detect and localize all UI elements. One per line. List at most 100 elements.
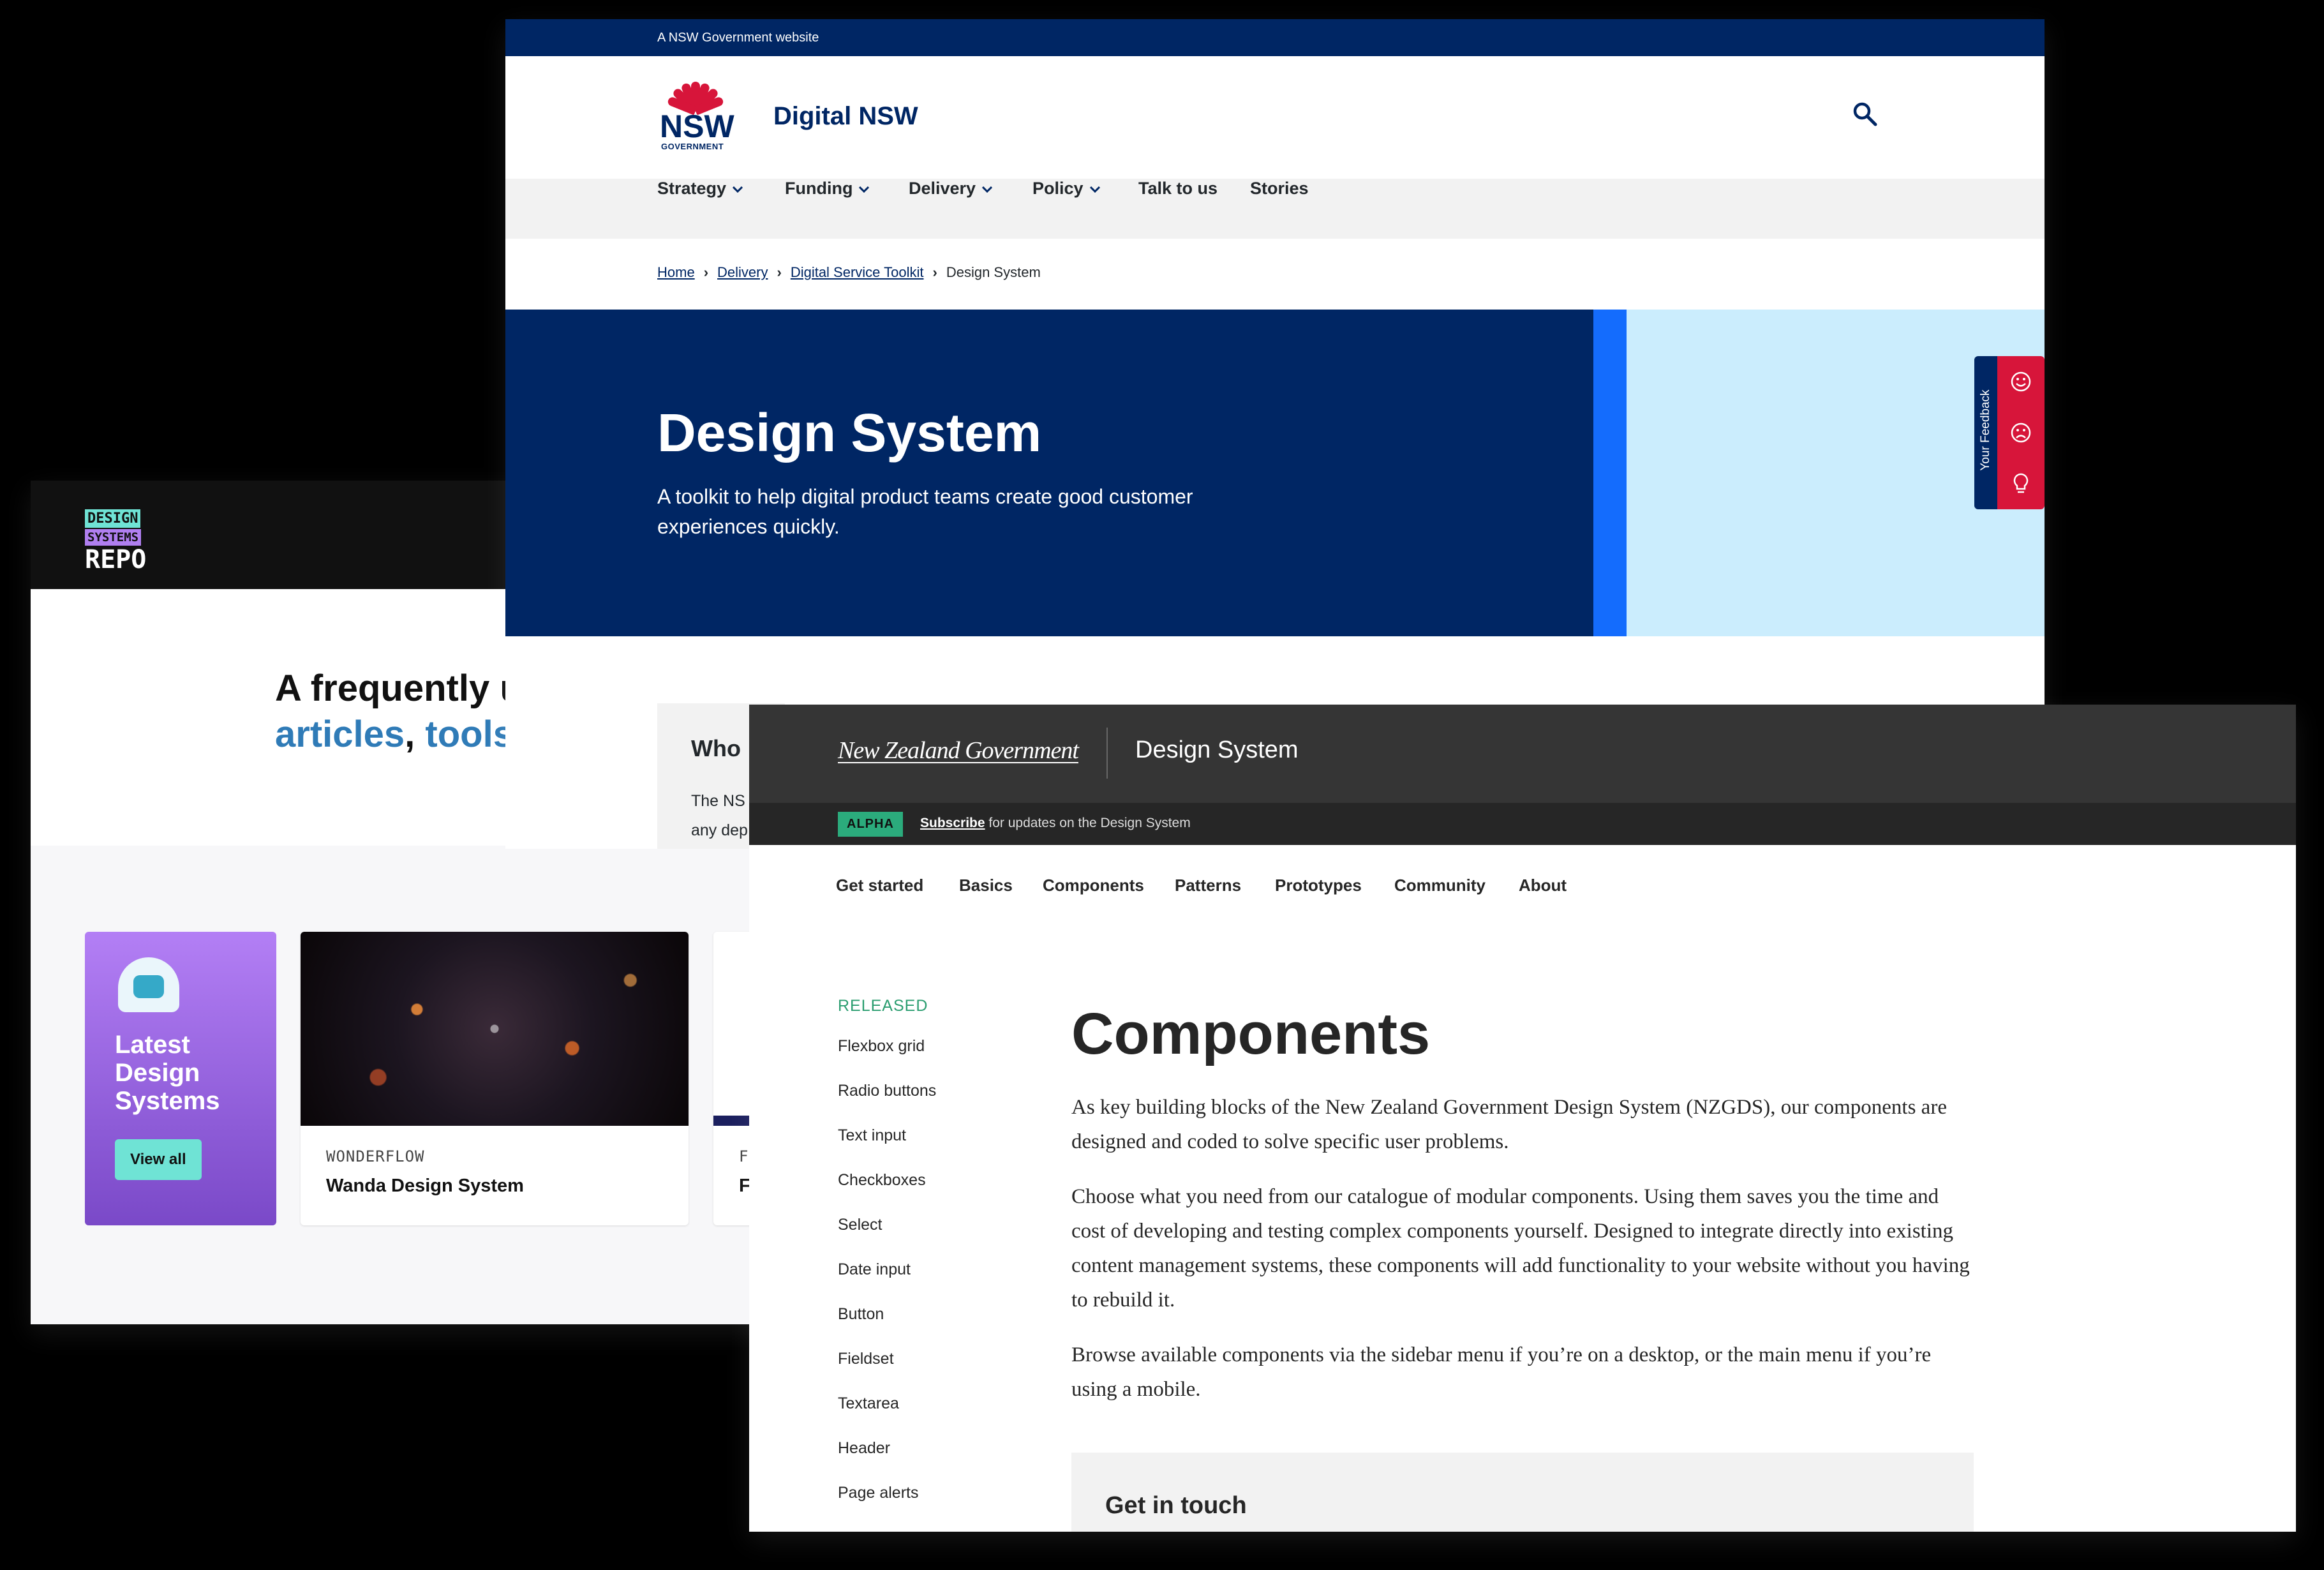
sidebar-item-textarea[interactable]: Textarea <box>838 1394 936 1439</box>
breadcrumb-home[interactable]: Home <box>657 264 695 280</box>
banner-message: for updates on the Design System <box>985 816 1191 830</box>
sidebar-item-date-input[interactable]: Date input <box>838 1260 936 1305</box>
breadcrumb-current: Design System <box>946 264 1041 280</box>
nsw-government-logo[interactable]: NSW GOVERNMENT <box>657 75 734 151</box>
tab-prototypes[interactable]: Prototypes <box>1275 876 1362 895</box>
site-name[interactable]: Digital NSW <box>773 102 918 131</box>
info-line: any dep <box>691 821 748 839</box>
design-system-card[interactable]: WONDERFLOW Wanda Design System <box>301 932 689 1225</box>
site-name[interactable]: Design System <box>1135 736 1299 764</box>
logo-line-systems: SYSTEMS <box>85 529 142 546</box>
chevron-right-icon: › <box>703 264 709 280</box>
breadcrumb-delivery[interactable]: Delivery <box>717 264 768 280</box>
card-image <box>301 932 689 1126</box>
get-in-touch-box: Get in touch <box>1071 1453 1974 1532</box>
banner-text: Subscribe for updates on the Design Syst… <box>920 816 1191 831</box>
feedback-tab[interactable]: Your Feedback <box>1974 356 1997 509</box>
tab-about[interactable]: About <box>1519 876 1567 895</box>
tab-community[interactable]: Community <box>1394 876 1486 895</box>
chevron-down-icon <box>1089 186 1100 193</box>
sidebar-item-header[interactable]: Header <box>838 1439 936 1484</box>
card-eyebrow: WONDERFLOW <box>326 1148 425 1165</box>
chevron-down-icon <box>982 186 993 193</box>
get-in-touch-heading: Get in touch <box>1105 1492 1247 1519</box>
nz-header: New Zealand Government Design System <box>749 705 2296 803</box>
alpha-badge: ALPHA <box>838 812 903 837</box>
sidebar-item-select[interactable]: Select <box>838 1216 936 1260</box>
nsw-masthead: A NSW Government website <box>505 19 2045 56</box>
logo-line-repo: REPO <box>85 545 147 574</box>
waratah-icon <box>664 75 727 116</box>
nsw-header: NSW GOVERNMENT Digital NSW <box>505 56 2045 179</box>
sidebar-item-button[interactable]: Button <box>838 1305 936 1350</box>
sidebar-item-fieldset[interactable]: Fieldset <box>838 1350 936 1394</box>
feedback-label: Your Feedback <box>1979 389 1992 471</box>
intro-paragraph: As key building blocks of the New Zealan… <box>1071 1096 1947 1153</box>
tab-get-started[interactable]: Get started <box>836 876 923 895</box>
repo-hero-heading: A frequently u articles, tools <box>275 666 523 758</box>
subscribe-link[interactable]: Subscribe <box>920 816 985 830</box>
latest-design-systems-card[interactable]: Latest Design Systems View all <box>85 932 276 1225</box>
body-paragraph: Choose what you need from our catalogue … <box>1071 1185 1970 1312</box>
info-text: The NS any dep <box>691 786 748 845</box>
nav-label: Policy <box>1032 179 1084 198</box>
logo-line-design: DESIGN <box>85 509 141 528</box>
nav-label: Strategy <box>657 179 727 198</box>
body-paragraph: Browse available components via the side… <box>1071 1343 1932 1401</box>
sidebar-item-checkboxes[interactable]: Checkboxes <box>838 1171 936 1216</box>
tab-basics[interactable]: Basics <box>959 876 1013 895</box>
hero-heading-text: A frequently u <box>275 668 523 709</box>
hero-link-tools[interactable]: tools <box>425 714 514 755</box>
smile-icon[interactable] <box>1997 356 2045 407</box>
nav-item-delivery[interactable]: Delivery <box>909 179 993 198</box>
tab-patterns[interactable]: Patterns <box>1175 876 1241 895</box>
view-all-button[interactable]: View all <box>115 1139 202 1180</box>
sidebar-heading: RELEASED <box>838 997 928 1015</box>
nsw-main-nav: Strategy Funding Delivery Policy Talk to… <box>505 179 2045 239</box>
main-content: Components As key building blocks of the… <box>1071 997 1971 1407</box>
chevron-down-icon <box>859 186 870 193</box>
lightbulb-icon[interactable] <box>1997 458 2045 509</box>
chevron-down-icon <box>732 186 743 193</box>
info-heading: Who <box>691 735 741 761</box>
page-title: Components <box>1071 1001 1431 1066</box>
nav-item-talk-to-us[interactable]: Talk to us <box>1138 179 1218 198</box>
card-eyebrow: F <box>739 1148 749 1165</box>
header-divider <box>1106 728 1108 779</box>
cloud-illustration-icon <box>118 957 179 1012</box>
sidebar-item-radio-buttons[interactable]: Radio buttons <box>838 1082 936 1126</box>
page-intro: A toolkit to help digital product teams … <box>657 485 1193 538</box>
breadcrumb-toolkit[interactable]: Digital Service Toolkit <box>791 264 924 280</box>
page-title: Design System <box>657 403 1042 463</box>
hero-accent-stripe <box>1593 310 1627 636</box>
hero-separator: , <box>405 714 415 755</box>
sidebar-item-text-input[interactable]: Text input <box>838 1126 936 1171</box>
chevron-right-icon: › <box>777 264 782 280</box>
nav-item-policy[interactable]: Policy <box>1032 179 1100 198</box>
card-title: Wanda Design System <box>326 1176 524 1196</box>
chevron-right-icon: › <box>932 264 937 280</box>
nav-label: Funding <box>785 179 853 198</box>
hero-link-articles[interactable]: articles <box>275 714 405 755</box>
feedback-buttons <box>1997 356 2045 509</box>
nz-main-nav: Get started Basics Components Patterns P… <box>749 845 2296 909</box>
phase-banner: ALPHA Subscribe for updates on the Desig… <box>749 803 2296 845</box>
sidebar-item-flexbox-grid[interactable]: Flexbox grid <box>838 1037 936 1082</box>
repo-logo[interactable]: DESIGN SYSTEMS REPO <box>85 509 149 572</box>
nav-item-stories[interactable]: Stories <box>1250 179 1309 198</box>
tab-components[interactable]: Components <box>1043 876 1144 895</box>
feedback-widget: Your Feedback <box>1974 356 2045 509</box>
sidebar-item-page-alerts[interactable]: Page alerts <box>838 1484 936 1529</box>
nav-item-funding[interactable]: Funding <box>785 179 870 198</box>
logo-subtext: GOVERNMENT <box>661 142 724 151</box>
breadcrumb: Home › Delivery › Digital Service Toolkit › De… <box>657 264 1041 281</box>
search-icon[interactable] <box>1852 101 1877 126</box>
nsw-hero-banner: Design System A toolkit to help digital … <box>505 310 1593 636</box>
nav-label: Delivery <box>909 179 976 198</box>
nz-design-system-window: New Zealand Government Design System ALP… <box>749 705 2296 1532</box>
info-line: The NS <box>691 792 745 810</box>
nav-item-strategy[interactable]: Strategy <box>657 179 743 198</box>
frown-icon[interactable] <box>1997 407 2045 458</box>
latest-card-title: Latest Design Systems <box>115 1031 220 1115</box>
nz-government-logo[interactable]: New Zealand Government <box>838 736 1079 765</box>
